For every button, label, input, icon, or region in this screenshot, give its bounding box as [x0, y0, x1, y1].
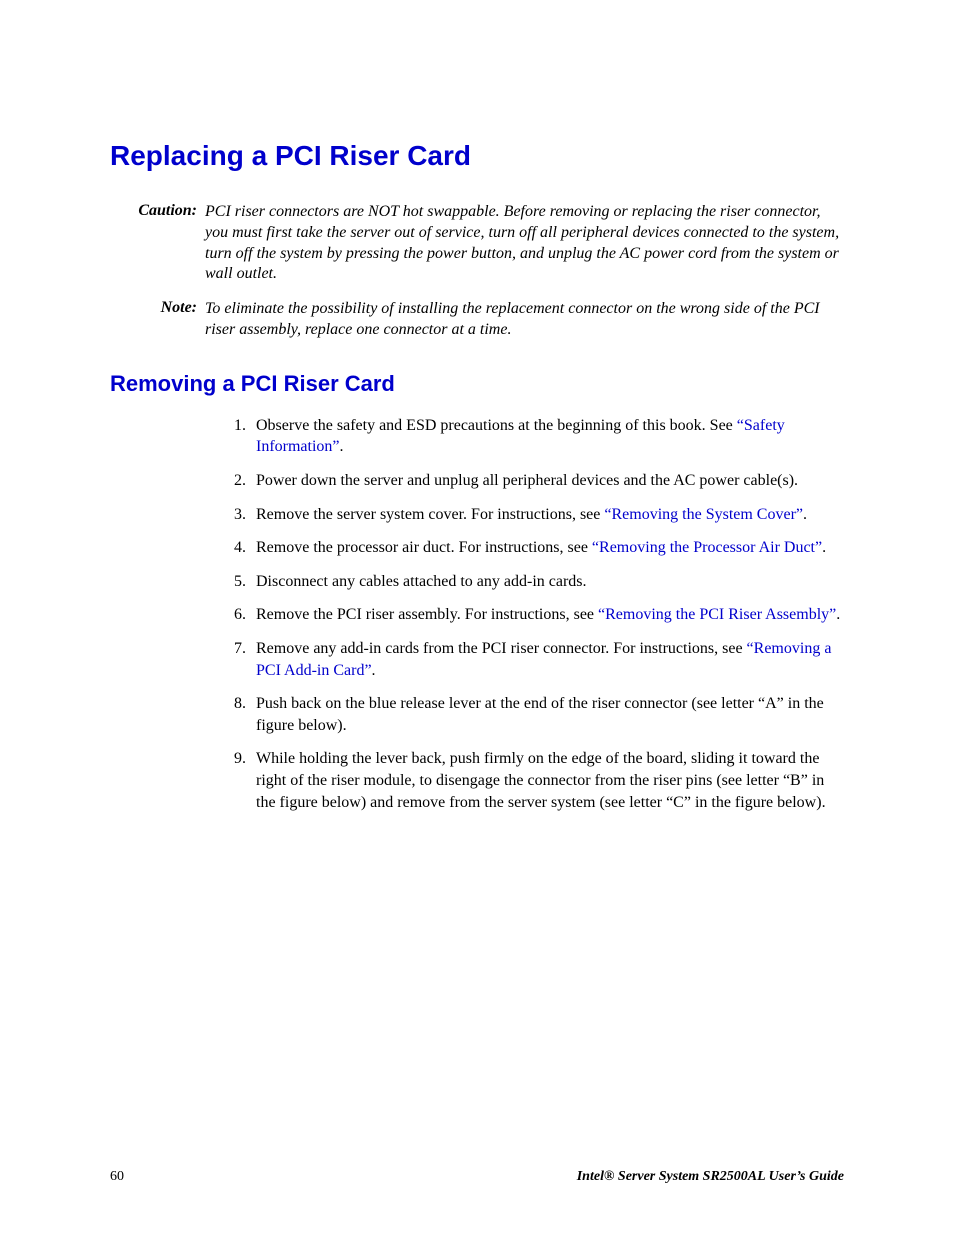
note-block: Note: To eliminate the possibility of in…	[110, 299, 844, 341]
step-7: Remove any add-in cards from the PCI ris…	[250, 638, 844, 681]
steps-list: Observe the safety and ESD precautions a…	[250, 415, 844, 813]
heading-removing-riser: Removing a PCI Riser Card	[110, 371, 844, 397]
step-8: Push back on the blue release lever at t…	[250, 693, 844, 736]
step-7-text-a: Remove any add-in cards from the PCI ris…	[256, 640, 747, 657]
step-4: Remove the processor air duct. For instr…	[250, 537, 844, 559]
step-9: While holding the lever back, push firml…	[250, 748, 844, 813]
step-6-text-a: Remove the PCI riser assembly. For instr…	[256, 606, 598, 623]
step-3: Remove the server system cover. For inst…	[250, 504, 844, 526]
note-body: To eliminate the possibility of installi…	[205, 299, 844, 341]
page-footer: 60 Intel® Server System SR2500AL User’s …	[110, 1169, 844, 1185]
step-6-text-b: .	[836, 606, 840, 623]
page-number: 60	[110, 1169, 124, 1185]
step-6: Remove the PCI riser assembly. For instr…	[250, 604, 844, 626]
step-5: Disconnect any cables attached to any ad…	[250, 571, 844, 593]
step-1-text-a: Observe the safety and ESD precautions a…	[256, 417, 737, 434]
link-removing-processor-air-duct[interactable]: “Removing the Processor Air Duct”	[592, 539, 822, 556]
heading-replacing-riser: Replacing a PCI Riser Card	[110, 140, 844, 172]
step-4-text-b: .	[822, 539, 826, 556]
link-removing-pci-riser-assembly[interactable]: “Removing the PCI Riser Assembly”	[598, 606, 836, 623]
page-content: Replacing a PCI Riser Card Caution: PCI …	[0, 0, 954, 813]
step-4-text-a: Remove the processor air duct. For instr…	[256, 539, 592, 556]
step-3-text-b: .	[803, 506, 807, 523]
step-1: Observe the safety and ESD precautions a…	[250, 415, 844, 458]
step-2: Power down the server and unplug all per…	[250, 470, 844, 492]
caution-block: Caution: PCI riser connectors are NOT ho…	[110, 202, 844, 285]
step-1-text-b: .	[340, 438, 344, 455]
step-3-text-a: Remove the server system cover. For inst…	[256, 506, 604, 523]
caution-body: PCI riser connectors are NOT hot swappab…	[205, 202, 844, 285]
link-removing-system-cover[interactable]: “Removing the System Cover”	[604, 506, 803, 523]
note-label: Note:	[110, 299, 205, 317]
caution-label: Caution:	[110, 202, 205, 220]
footer-title: Intel® Server System SR2500AL User’s Gui…	[577, 1169, 844, 1185]
step-7-text-b: .	[372, 662, 376, 679]
